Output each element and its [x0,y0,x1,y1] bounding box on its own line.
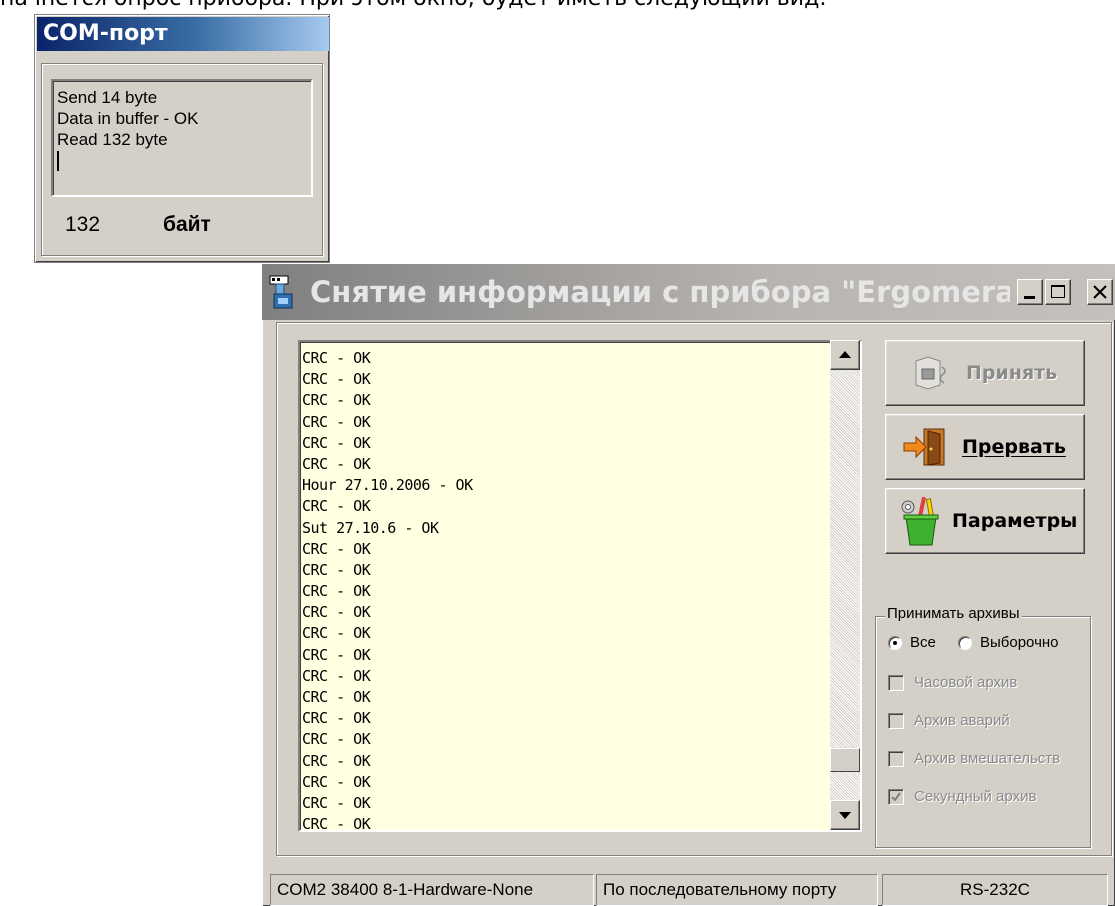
com-port-window: COM-порт Send 14 byte Data in buffer - O… [34,14,330,263]
radio-all-label: Все [910,634,936,651]
byte-unit: байт [163,213,211,236]
checkbox-label: Архив вмешательств [914,750,1061,767]
checkbox-tamper-archive[interactable]: Архив вмешательств [888,749,1092,769]
tools-cup-icon [901,496,939,546]
log-line: CRC - OK [302,730,371,749]
log-line: CRC - OK [302,349,371,367]
checkbox-label: Секундный архив [914,788,1037,805]
exit-door-icon [903,428,945,466]
log-line: CRC - OK [302,560,371,579]
status-interface: RS-232C [882,874,1108,906]
app-icon [269,275,293,309]
accept-label: Принять [966,362,1058,384]
log-line: CRC - OK [302,582,371,601]
close-button[interactable] [1087,279,1113,305]
checkbox-label: Часовой архив [914,674,1018,691]
log-line: Hour 27.10.2006 - OK [302,476,473,495]
log-line: CRC - OK [302,688,371,706]
log-line: CRC - OK [302,433,371,452]
com-port-title: COM-порт [37,17,329,51]
scroll-down-button[interactable] [830,800,860,830]
com-log-line: Send 14 byte [57,88,158,107]
log-line: CRC - OK [302,603,371,622]
checkbox[interactable] [888,675,904,691]
params-label: Параметры [952,510,1078,532]
close-icon [1093,285,1107,299]
accept-button[interactable]: Принять [885,340,1085,406]
maximize-icon [1051,285,1065,298]
status-connection: По последовательному порту [596,874,878,906]
arrow-down-icon [839,812,851,819]
byte-count: 132 [65,213,101,236]
params-button[interactable]: Параметры [885,488,1085,554]
scroll-thumb[interactable] [830,747,860,772]
document-text: начнется опрос прибора. При этом окно, б… [0,0,1115,12]
checkbox-hourly-archive[interactable]: Часовой архив [888,673,1088,693]
text-cursor [57,151,59,171]
com-log-line: Read 132 byte [57,130,168,149]
log-line: CRC - OK [302,497,371,516]
minimize-icon [1024,296,1035,299]
window-title: Снятие информации с прибора "Ergomera... [310,275,1010,309]
read-device-window: Снятие информации с прибора "Ergomera...… [262,264,1115,906]
checkbox-alarm-archive[interactable]: Архив аварий [888,711,1088,731]
log-line: CRC - OK [302,709,371,728]
log-line: CRC - OK [302,751,371,770]
log-scrollbar[interactable] [830,340,860,830]
arrow-up-icon [839,351,851,358]
archives-group-title: Принимать архивы [885,605,1022,622]
radio-button[interactable] [958,636,972,650]
scroll-up-button[interactable] [830,340,860,370]
log-line: CRC - OK [302,772,371,791]
title-bar[interactable]: Снятие информации с прибора "Ergomera... [262,264,1115,320]
log-line: CRC - OK [302,645,371,664]
log-line: CRC - OK [302,815,371,832]
log-line: CRC - OK [302,793,371,812]
com-port-log: Send 14 byte Data in buffer - OK Read 13… [51,79,313,197]
radio-button[interactable] [888,636,902,650]
abort-label: Прервать [962,436,1066,458]
exchange-log[interactable]: CRC - OK CRC - OK CRC - OK CRC - OK CRC - OK… [298,340,862,832]
checkbox[interactable] [888,713,904,729]
log-line: CRC - OK [302,391,371,410]
log-line: CRC - OK [302,370,371,389]
log-line: CRC - OK [302,454,371,473]
minimize-button[interactable] [1017,279,1043,305]
radio-selective-label: Выборочно [980,634,1059,651]
com-log-line: Data in buffer - OK [57,109,199,128]
log-lines: CRC - OK CRC - OK CRC - OK CRC - OK CRC - OK… [302,348,832,832]
log-line: Sut 27.10.6 - OK [302,518,439,537]
abort-button[interactable]: Прервать [885,414,1085,480]
log-line: CRC - OK [302,624,371,643]
checkbox[interactable] [888,751,904,767]
checkbox-seconds-archive[interactable]: Секундный архив [888,787,1088,807]
checkbox-label: Архив аварий [914,712,1010,729]
checkmark-icon [891,792,901,802]
status-port-settings: COM2 38400 8-1-Hardware-None [270,874,594,906]
log-line: CRC - OK [302,666,371,685]
radio-selective[interactable]: Выборочно [958,633,1088,653]
log-line: CRC - OK [302,539,371,558]
checkbox[interactable] [888,789,904,805]
receive-data-icon [915,356,946,390]
archives-group: Принимать архивы Все Выборочно Часовой а… [875,605,1092,848]
log-line: CRC - OK [302,412,371,431]
maximize-button[interactable] [1045,279,1071,305]
